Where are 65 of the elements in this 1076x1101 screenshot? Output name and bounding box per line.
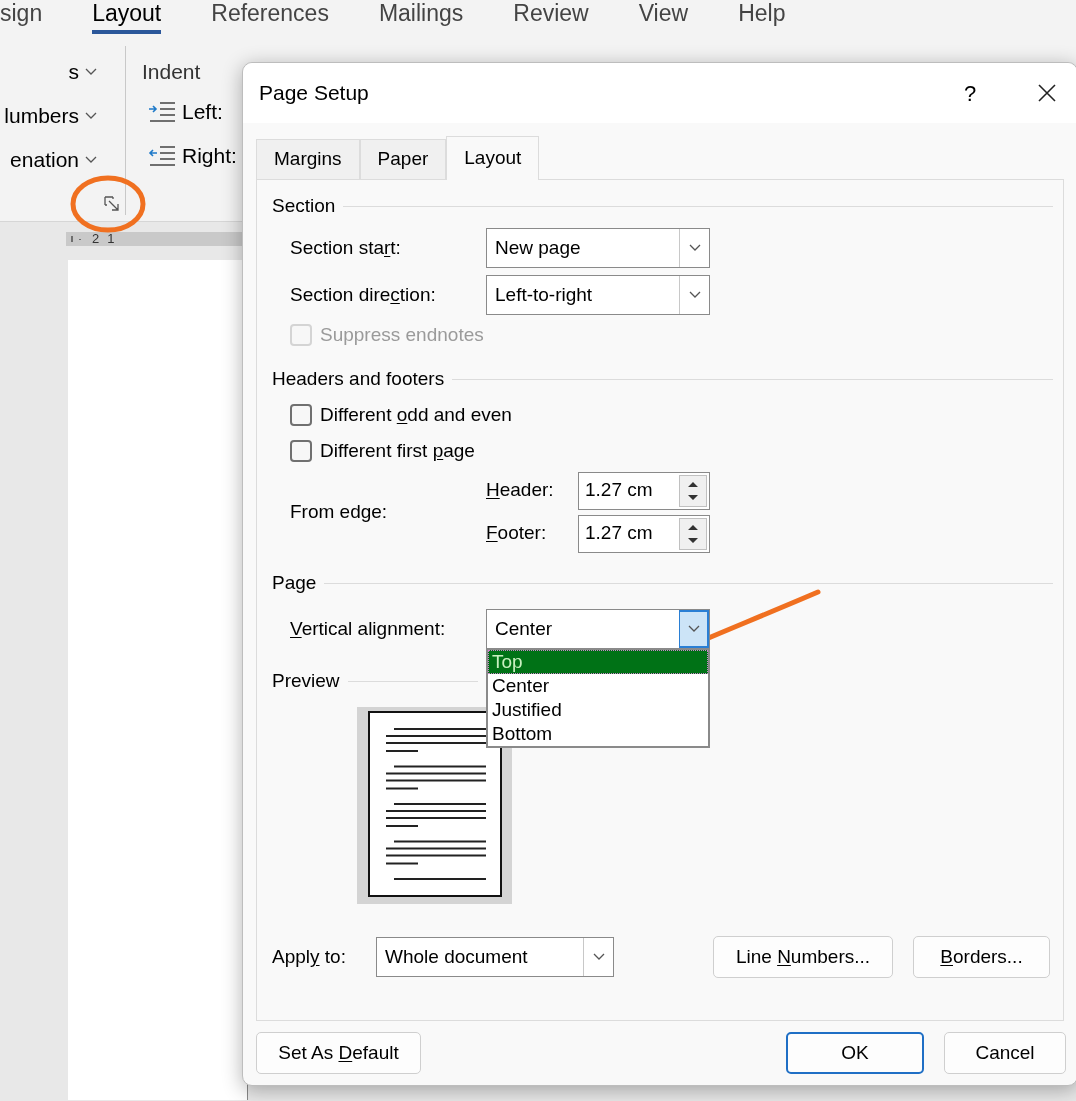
ribbon-tab[interactable]: sign xyxy=(0,0,43,34)
ribbon-menu-item[interactable]: enation xyxy=(0,146,125,174)
field-label: Apply to: xyxy=(272,944,347,969)
dialog-tab[interactable]: Layout xyxy=(446,136,540,180)
indent-right-icon xyxy=(148,145,176,167)
dialog-tab[interactable]: Paper xyxy=(359,139,447,179)
spinner-label: Header: xyxy=(486,478,555,503)
dropdown-option[interactable]: Top xyxy=(488,650,708,674)
chevron-down-icon xyxy=(688,244,701,252)
chevron-down-icon xyxy=(592,953,605,961)
group-title: Headers and footers xyxy=(272,366,445,391)
spinner-label: Footer: xyxy=(486,521,548,546)
ribbon-menu-item[interactable]: lumbers xyxy=(0,102,125,130)
field-label: Section direction: xyxy=(290,282,437,307)
ribbon-tab[interactable]: Review xyxy=(513,0,589,34)
dialog-tab[interactable]: Margins xyxy=(256,139,360,179)
spinner-field[interactable]: 1.27 cm xyxy=(578,514,710,553)
dialog-launcher-icon[interactable] xyxy=(104,196,120,212)
ruler-number: 1 xyxy=(107,232,115,246)
dropdown-field[interactable]: Left-to-right xyxy=(486,275,710,315)
checkbox-label: Different first page xyxy=(320,438,475,463)
dropdown-option[interactable]: Justified xyxy=(488,698,708,722)
field-label: From edge: xyxy=(290,499,389,524)
checkbox-label: Different odd and even xyxy=(320,402,512,427)
dialog-button[interactable]: Borders... xyxy=(913,936,1050,978)
chevron-down-icon xyxy=(687,625,700,633)
help-button[interactable]: ? xyxy=(955,76,985,110)
ribbon-menu-item[interactable]: s xyxy=(0,58,125,86)
dialog-button[interactable]: OK xyxy=(786,1032,924,1074)
chevron-down-icon xyxy=(85,156,97,164)
dropdown-option[interactable]: Center xyxy=(488,674,708,698)
ribbon-tab[interactable]: Mailings xyxy=(378,0,464,34)
spinner-field[interactable]: 1.27 cm xyxy=(578,471,710,510)
ruler-ticks-icon xyxy=(70,234,84,244)
checkbox[interactable] xyxy=(290,404,312,426)
ribbon-tab[interactable]: View xyxy=(638,0,689,34)
ribbon-tab[interactable]: Help xyxy=(738,0,786,34)
dialog-button[interactable]: Line Numbers... xyxy=(713,936,893,978)
dropdown-field[interactable]: Whole document xyxy=(376,937,614,977)
ruler-number: 2 xyxy=(92,232,100,246)
checkbox-label: Suppress endnotes xyxy=(320,322,484,347)
dropdown-button[interactable] xyxy=(679,610,709,648)
group-label: Indent xyxy=(142,59,202,82)
window-title: Page Setup xyxy=(259,80,370,107)
dialog-button[interactable]: Set As Default xyxy=(256,1032,421,1074)
checkbox[interactable] xyxy=(290,440,312,462)
dropdown-field[interactable]: New page xyxy=(486,228,710,268)
spin-arrows-icon[interactable] xyxy=(679,517,707,550)
chevron-down-icon xyxy=(688,291,701,299)
group-title: Section xyxy=(272,193,336,218)
chevron-down-icon xyxy=(85,68,97,76)
chevron-down-icon xyxy=(85,112,97,120)
group-title: Preview xyxy=(272,668,340,693)
group-title: Page xyxy=(272,570,317,595)
ribbon-tab[interactable]: Layout xyxy=(92,0,162,34)
dialog-button[interactable]: Cancel xyxy=(944,1032,1066,1074)
dropdown-option[interactable]: Bottom xyxy=(488,722,708,746)
field-label: Section start: xyxy=(290,235,402,260)
close-icon[interactable] xyxy=(1037,83,1057,103)
ribbon-tab[interactable]: References xyxy=(211,0,329,34)
indent-left-icon xyxy=(148,101,176,123)
spin-arrows-icon[interactable] xyxy=(679,474,707,507)
indent-field-label[interactable]: Right: xyxy=(142,142,237,170)
indent-field-label[interactable]: Left: xyxy=(142,98,237,126)
field-label: Vertical alignment: xyxy=(290,616,447,641)
